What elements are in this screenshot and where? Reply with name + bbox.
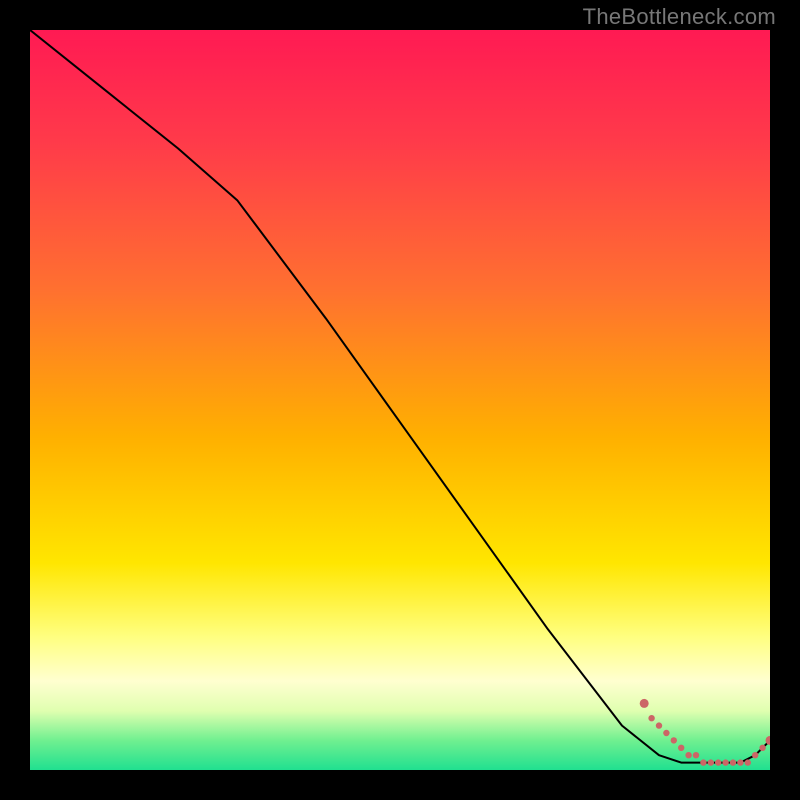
data-point: [648, 715, 654, 721]
data-point: [737, 759, 743, 765]
data-point: [745, 759, 751, 765]
data-point: [730, 759, 736, 765]
data-point: [640, 699, 649, 708]
data-point: [663, 730, 669, 736]
data-point: [700, 759, 706, 765]
data-point: [671, 737, 677, 743]
data-point: [759, 745, 765, 751]
data-point: [708, 759, 714, 765]
data-point: [722, 759, 728, 765]
data-point: [685, 752, 691, 758]
data-point: [766, 736, 771, 745]
data-point: [678, 745, 684, 751]
curve-line: [30, 30, 770, 763]
plot-area: [30, 30, 770, 770]
data-point: [752, 752, 758, 758]
data-point: [693, 752, 699, 758]
chart-stage: TheBottleneck.com: [0, 0, 800, 800]
data-point: [715, 759, 721, 765]
watermark-text: TheBottleneck.com: [583, 4, 776, 30]
data-point: [656, 722, 662, 728]
chart-svg: [30, 30, 770, 770]
